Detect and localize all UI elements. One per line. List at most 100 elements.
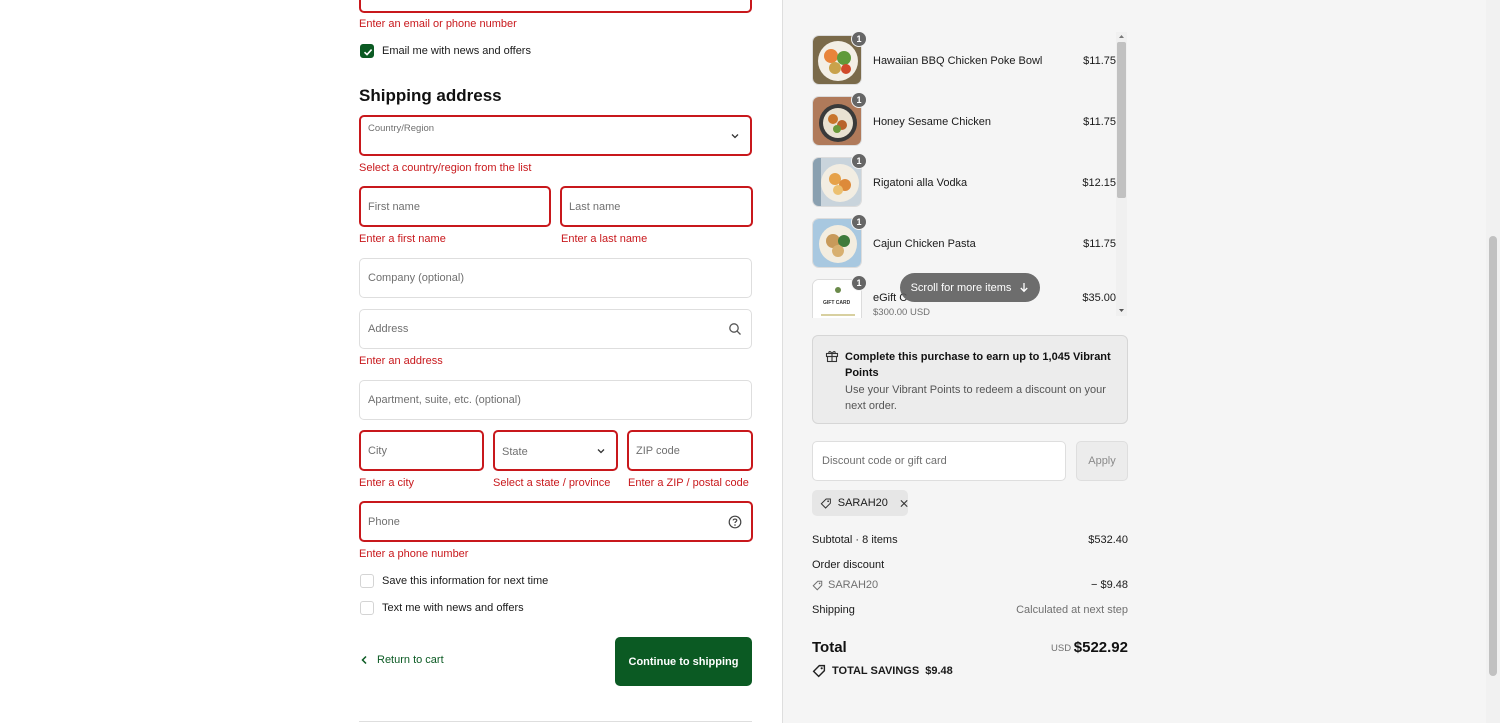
total-savings: TOTAL SAVINGS $9.48 — [812, 664, 953, 678]
email-news-label: Email me with news and offers — [382, 45, 531, 57]
text-news-checkbox[interactable] — [360, 601, 374, 615]
total-label: Total — [812, 639, 847, 656]
address-placeholder: Address — [368, 323, 409, 335]
city-error: Enter a city — [359, 477, 415, 489]
tag-icon — [820, 497, 831, 509]
text-news-label: Text me with news and offers — [382, 602, 524, 614]
item-price: $11.75 — [1083, 55, 1116, 67]
city-placeholder: City — [368, 444, 387, 457]
discount-value: − $9.48 — [1090, 579, 1128, 591]
last-name-error: Enter a last name — [561, 233, 648, 245]
email-news-checkbox[interactable] — [360, 44, 374, 58]
first-name-placeholder: First name — [368, 200, 420, 213]
search-icon — [729, 323, 741, 335]
quantity-badge: 1 — [851, 92, 867, 108]
gift-card-label: GIFT CARD — [823, 300, 851, 306]
country-error: Select a country/region from the list — [359, 162, 532, 174]
savings-label: TOTAL SAVINGS — [832, 665, 920, 677]
apartment-input[interactable]: Apartment, suite, etc. (optional) — [359, 380, 752, 420]
savings-value: $9.48 — [925, 665, 953, 677]
apartment-placeholder: Apartment, suite, etc. (optional) — [368, 394, 521, 406]
scroll-up-arrow-icon[interactable] — [1118, 33, 1125, 40]
state-error: Select a state / province — [493, 477, 611, 489]
total-value: $522.92 — [1073, 639, 1128, 656]
first-name-error: Enter a first name — [359, 233, 446, 245]
item-name: Hawaiian BBQ Chicken Poke Bowl — [873, 55, 1043, 67]
quantity-badge: 1 — [851, 214, 867, 230]
points-banner: Complete this purchase to earn up to 1,0… — [812, 335, 1128, 424]
last-name-input[interactable]: Last name — [560, 186, 753, 227]
order-discount-row: Order discount — [812, 559, 1128, 573]
checkout-form-panel: Enter an email or phone number Email me … — [0, 0, 782, 723]
email-field[interactable] — [359, 0, 752, 13]
chevron-down-icon — [597, 448, 605, 453]
list-item: 1 Cajun Chicken Pasta $11.75 — [812, 214, 1116, 270]
state-placeholder: State — [502, 446, 528, 458]
points-title: Complete this purchase to earn up to 1,0… — [845, 351, 1111, 379]
shipping-value: Calculated at next step — [1016, 604, 1128, 616]
zip-error: Enter a ZIP / postal code — [628, 477, 749, 489]
shipping-label: Shipping — [812, 604, 855, 616]
company-input[interactable]: Company (optional) — [359, 258, 752, 298]
gift-icon — [825, 351, 839, 363]
last-name-placeholder: Last name — [569, 200, 621, 213]
item-price: $11.75 — [1083, 116, 1116, 128]
item-price: $35.00 — [1082, 292, 1116, 304]
list-item: 1 Honey Sesame Chicken $11.75 — [812, 92, 1116, 148]
zip-placeholder: ZIP code — [636, 444, 680, 457]
item-name: Honey Sesame Chicken — [873, 116, 992, 128]
discount-code-input[interactable]: Discount code or gift card — [812, 441, 1066, 481]
save-info-label: Save this information for next time — [382, 575, 549, 587]
country-select[interactable]: Country/Region — [359, 115, 752, 156]
phone-placeholder: Phone — [368, 515, 400, 528]
subtotal-value: $532.40 — [1088, 534, 1128, 546]
items-scrollbar-thumb[interactable] — [1117, 42, 1126, 198]
discount-placeholder: Discount code or gift card — [822, 455, 947, 467]
page-scrollbar[interactable] — [1486, 0, 1500, 723]
phone-input[interactable]: Phone — [359, 501, 753, 542]
arrow-down-icon — [1020, 283, 1029, 293]
country-label: Country/Region — [368, 123, 435, 134]
help-icon[interactable] — [728, 515, 742, 529]
first-name-input[interactable]: First name — [359, 186, 551, 227]
list-item: 1 Hawaiian BBQ Chicken Poke Bowl $11.75 — [812, 31, 1116, 87]
tag-icon — [812, 664, 826, 678]
address-error: Enter an address — [359, 355, 443, 367]
checkmark-icon — [363, 49, 373, 56]
divider — [359, 721, 752, 722]
apply-button[interactable]: Apply — [1076, 441, 1128, 481]
item-price: $11.75 — [1083, 238, 1116, 250]
shipping-row: Shipping Calculated at next step — [812, 604, 1128, 618]
chevron-down-icon — [731, 133, 739, 138]
zip-input[interactable]: ZIP code — [627, 430, 753, 471]
items-scrollbar[interactable] — [1116, 32, 1127, 316]
item-subtitle: $300.00 USD — [873, 307, 931, 318]
address-input[interactable]: Address — [359, 309, 752, 349]
state-select[interactable]: State — [493, 430, 618, 471]
item-name: Cajun Chicken Pasta — [873, 238, 976, 250]
save-info-checkbox[interactable] — [360, 574, 374, 588]
order-discount-label: Order discount — [812, 559, 885, 571]
page-scrollbar-thumb[interactable] — [1489, 236, 1497, 676]
quantity-badge: 1 — [851, 275, 867, 291]
scroll-for-more-button[interactable]: Scroll for more items — [900, 273, 1040, 302]
company-placeholder: Company (optional) — [368, 272, 464, 284]
total-currency: USD — [1051, 643, 1072, 654]
scroll-down-arrow-icon[interactable] — [1118, 307, 1125, 314]
city-input[interactable]: City — [359, 430, 484, 471]
item-price: $12.15 — [1082, 177, 1116, 189]
quantity-badge: 1 — [851, 31, 867, 47]
return-to-cart-label: Return to cart — [377, 654, 444, 666]
continue-to-shipping-button[interactable]: Continue to shipping — [615, 637, 752, 686]
applied-discount-tag: SARAH20 — [812, 490, 908, 516]
quantity-badge: 1 — [851, 153, 867, 169]
chevron-left-icon — [361, 655, 367, 665]
list-item: 1 Rigatoni alla Vodka $12.15 — [812, 153, 1116, 209]
item-name: Rigatoni alla Vodka — [873, 177, 968, 189]
scroll-hint-label: Scroll for more items — [910, 281, 1012, 294]
shipping-address-title: Shipping address — [359, 86, 502, 105]
subtotal-row: Subtotal · 8 items $532.40 — [812, 534, 1128, 548]
close-icon[interactable] — [900, 499, 908, 508]
return-to-cart-link[interactable]: Return to cart — [360, 654, 444, 666]
email-error: Enter an email or phone number — [359, 18, 517, 30]
